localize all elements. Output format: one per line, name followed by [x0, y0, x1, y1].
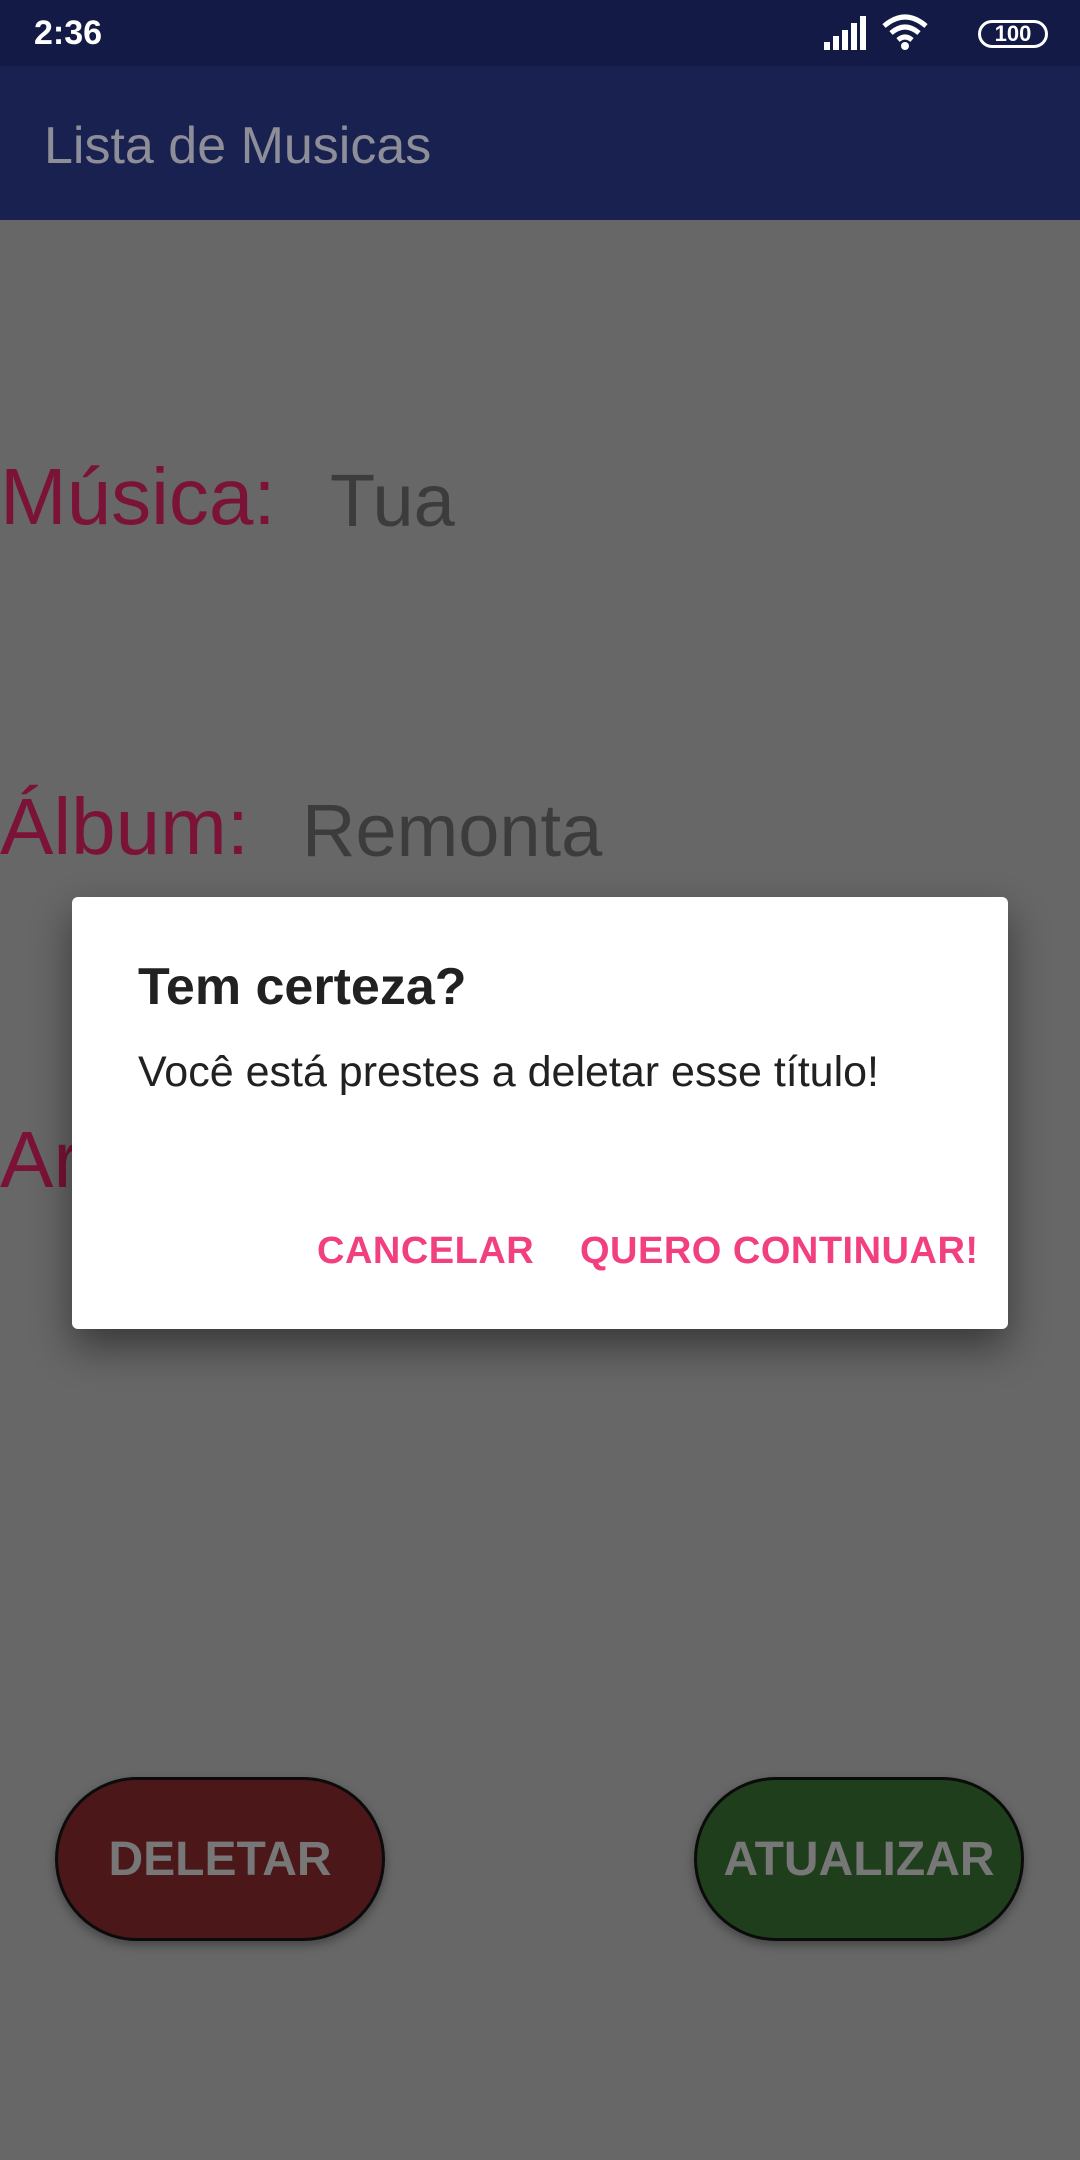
update-button-label: ATUALIZAR — [723, 1832, 995, 1886]
battery-level: 100 — [994, 21, 1032, 46]
musica-value: Tua — [330, 459, 455, 542]
wifi-icon — [882, 14, 928, 50]
artista-label: Ar — [0, 1115, 80, 1204]
delete-button-label: DELETAR — [108, 1832, 332, 1886]
musica-label: Música: — [0, 452, 276, 541]
album-label: Álbum: — [0, 782, 249, 871]
album-value: Remonta — [302, 789, 603, 872]
app-title: Lista de Musicas — [44, 117, 432, 175]
confirm-dialog: Tem certeza? Você está prestes a deletar… — [72, 897, 1008, 1329]
continue-button[interactable]: QUERO CONTINUAR! — [580, 1227, 979, 1275]
status-bar: 2:36 100 — [0, 0, 1080, 66]
battery-icon: 100 — [978, 20, 1048, 48]
update-button[interactable]: ATUALIZAR — [694, 1777, 1024, 1941]
app-bar: Lista de Musicas — [0, 66, 1080, 220]
status-time: 2:36 — [34, 14, 103, 52]
delete-button[interactable]: DELETAR — [55, 1777, 385, 1941]
dialog-title: Tem certeza? — [138, 958, 467, 1016]
dialog-message: Você está prestes a deletar esse título! — [138, 1048, 879, 1096]
cancel-button[interactable]: CANCELAR — [317, 1227, 534, 1275]
signal-icon — [824, 16, 866, 50]
